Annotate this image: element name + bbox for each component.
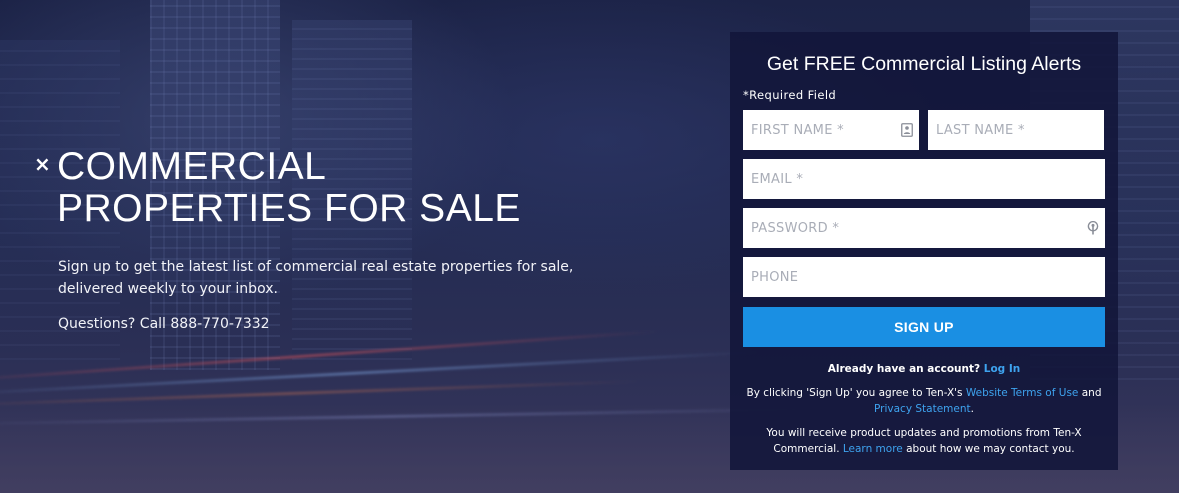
first-name-field-wrapper — [743, 110, 919, 150]
page-title: COMMERCIAL PROPERTIES FOR SALE — [57, 146, 594, 230]
email-field-wrapper — [743, 159, 1105, 199]
website-terms-link[interactable]: Website Terms of Use — [966, 387, 1079, 399]
terms-suffix-text: . — [970, 403, 974, 415]
email-input[interactable] — [743, 159, 1105, 199]
password-input[interactable] — [743, 208, 1105, 248]
promo-suffix-text: about how we may contact you. — [906, 443, 1075, 455]
sign-up-button[interactable]: SIGN UP — [743, 307, 1105, 347]
terms-notice: By clicking 'Sign Up' you agree to Ten-X… — [743, 385, 1105, 417]
form-title: Get FREE Commercial Listing Alerts — [766, 53, 1082, 75]
log-in-link[interactable]: Log In — [984, 363, 1020, 375]
close-icon[interactable]: × — [34, 154, 51, 174]
phone-input[interactable] — [743, 257, 1105, 297]
hero-content: × COMMERCIAL PROPERTIES FOR SALE Sign up… — [34, 146, 594, 334]
contact-phone-text: Questions? Call 888-770-7332 — [58, 316, 270, 332]
login-prompt-text: Already have an account? — [827, 363, 981, 375]
terms-and-text: and — [1081, 387, 1102, 399]
login-prompt: Already have an account? Log In — [743, 361, 1105, 377]
name-row — [743, 110, 1105, 150]
last-name-input[interactable] — [928, 110, 1104, 150]
contact-card-icon — [901, 123, 913, 137]
signup-form: Get FREE Commercial Listing Alerts *Requ… — [730, 32, 1118, 470]
terms-prefix-text: By clicking 'Sign Up' you agree to Ten-X… — [746, 387, 963, 399]
page-title-line2: PROPERTIES FOR SALE — [57, 187, 521, 230]
password-key-icon[interactable] — [1087, 221, 1099, 235]
page-title-line1: COMMERCIAL — [57, 145, 327, 188]
password-field-wrapper — [743, 208, 1105, 248]
learn-more-link[interactable]: Learn more — [843, 443, 903, 455]
first-name-input[interactable] — [743, 110, 919, 150]
promotions-notice: You will receive product updates and pro… — [743, 425, 1105, 457]
hero-description: Sign up to get the latest list of commer… — [58, 259, 574, 297]
phone-field-wrapper — [743, 257, 1105, 297]
required-field-note: *Required Field — [743, 88, 837, 102]
privacy-statement-link[interactable]: Privacy Statement — [874, 403, 971, 415]
last-name-field-wrapper — [928, 110, 1104, 150]
